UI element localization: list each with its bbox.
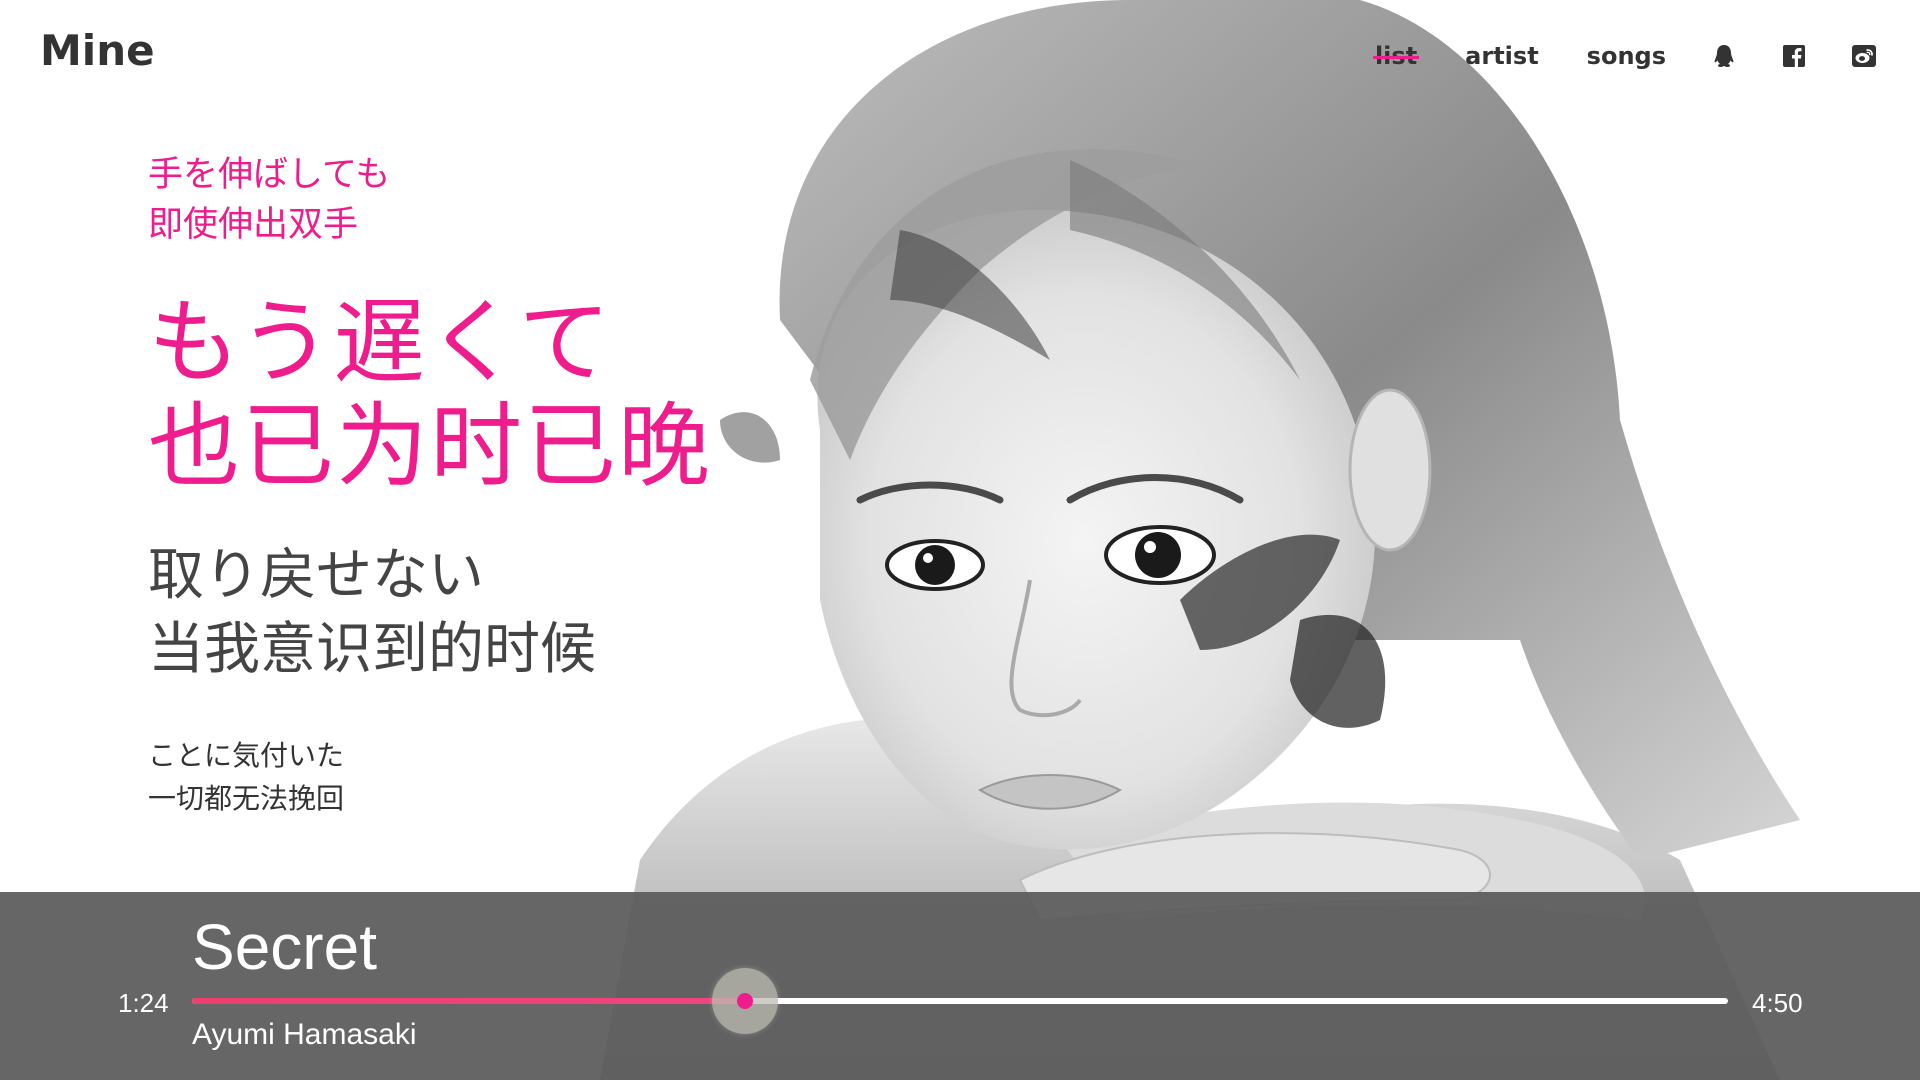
lyric-previous-jp: 手を伸ばしても [148,155,391,195]
nav-item-artist[interactable]: artist [1465,42,1539,70]
progress-knob-dot [736,993,753,1009]
lyric-after-jp: ことに気付いた [148,739,345,772]
progress-fill [192,998,745,1004]
logo[interactable]: Mine [40,26,155,75]
lyric-next-cn: 当我意识到的时候 [148,617,596,682]
progress-bar[interactable] [192,968,1728,1034]
lyric-next-jp: 取り戻せない [148,543,484,608]
lyric-after-cn: 一切都无法挽回 [148,782,345,815]
weibo-icon[interactable] [1852,44,1876,68]
song-title: Secret [192,911,377,983]
lyric-previous-cn: 即使伸出双手 [148,205,359,245]
song-artist: Ayumi Hamasaki [192,1018,417,1051]
facebook-icon[interactable] [1782,44,1806,68]
time-total: 4:50 [1752,988,1803,1018]
qq-icon[interactable] [1712,44,1736,68]
nav-item-list[interactable]: list [1372,42,1420,70]
top-nav: list artist songs [1327,42,1876,70]
progress-knob[interactable] [711,968,778,1034]
nav-item-songs[interactable]: songs [1587,42,1666,70]
music-player-page: Mine list artist songs 手を伸ばしても 即使伸出双手 もう… [0,0,1920,1080]
lyric-current-cn: 也已为时已晚 [148,393,713,500]
player-bar: Secret 1:24 4:50 Ayumi Hamasaki [0,892,1920,1080]
time-elapsed: 1:24 [118,988,169,1018]
